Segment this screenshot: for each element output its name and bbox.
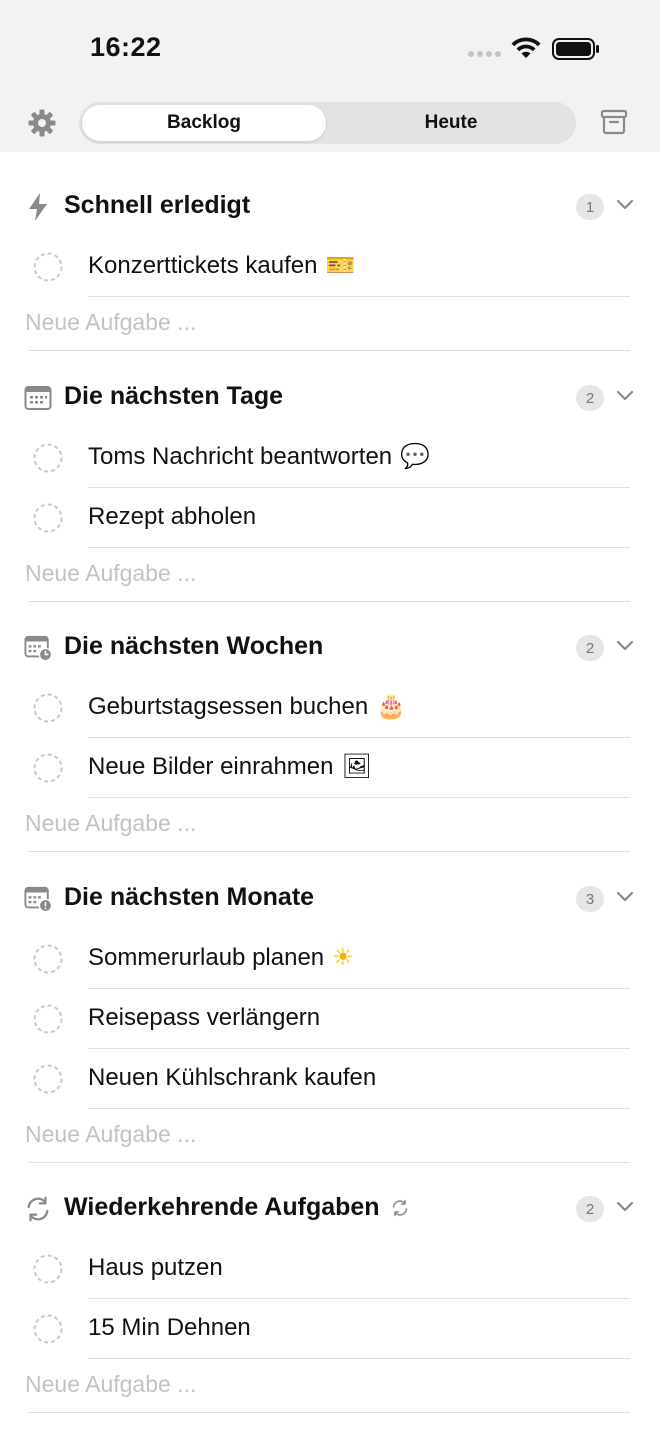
task-checkbox[interactable] — [33, 443, 63, 473]
section-title: Die nächsten Tage — [64, 382, 284, 410]
task-label: Sommerurlaub planen — [88, 944, 325, 971]
task-row[interactable]: Geburtstagsessen buchen 🎂 — [0, 678, 660, 738]
task-checkbox[interactable] — [33, 1064, 63, 1094]
section-header[interactable]: Die nächsten Wochen 2 — [0, 618, 660, 678]
chevron-down-icon[interactable] — [616, 199, 634, 211]
task-row[interactable]: Sommerurlaub planen ☀ — [0, 929, 660, 989]
chevron-down-icon[interactable] — [616, 390, 634, 402]
task-checkbox[interactable] — [33, 944, 63, 974]
section-header[interactable]: Die nächsten Tage 2 — [0, 368, 660, 428]
divider — [28, 350, 630, 351]
task-checkbox[interactable] — [33, 252, 63, 282]
task-count-badge: 2 — [576, 385, 604, 411]
archive-icon[interactable] — [600, 109, 628, 135]
task-row[interactable]: Haus putzen — [0, 1239, 660, 1299]
section-header[interactable]: Die nächsten Monate 3 — [0, 869, 660, 929]
gear-icon[interactable] — [27, 108, 57, 138]
ticket-emoji: 🎫 — [325, 252, 356, 279]
divider — [28, 851, 630, 852]
section-title: Wiederkehrende Aufgaben — [64, 1193, 380, 1221]
new-task-row[interactable]: Neue Aufgabe ... — [0, 798, 660, 852]
task-count-badge: 3 — [576, 886, 604, 912]
task-label: 15 Min Dehnen — [88, 1314, 251, 1341]
new-task-row[interactable]: Neue Aufgabe ... — [0, 548, 660, 602]
task-label: Rezept abholen — [88, 503, 257, 530]
section-title: Die nächsten Monate — [64, 883, 315, 911]
task-checkbox[interactable] — [33, 753, 63, 783]
status-time: 16:22 — [90, 32, 162, 62]
task-row[interactable]: Konzerttickets kaufen 🎫 — [0, 237, 660, 297]
cellular-signal-icon — [468, 51, 501, 57]
section-header[interactable]: Wiederkehrende Aufgaben 2 — [0, 1179, 660, 1239]
new-task-input[interactable]: Neue Aufgabe ... — [25, 309, 196, 336]
task-label: Reisepass verlängern — [88, 1004, 321, 1031]
task-row[interactable]: Reisepass verlängern — [0, 989, 660, 1049]
calendar-alert-icon — [24, 885, 52, 913]
calendar-clock-icon — [24, 634, 52, 662]
calendar-icon — [24, 384, 52, 412]
new-task-row[interactable]: Neue Aufgabe ... — [0, 1359, 660, 1413]
task-label: Geburtstagsessen buchen — [88, 693, 369, 720]
bolt-icon — [24, 193, 52, 221]
section-header[interactable]: Schnell erledigt 1 — [0, 177, 660, 237]
divider — [28, 601, 630, 602]
task-checkbox[interactable] — [33, 693, 63, 723]
task-checkbox[interactable] — [33, 1314, 63, 1344]
birthday-cake-emoji: 🎂 — [376, 693, 407, 720]
task-row[interactable]: Neuen Kühlschrank kaufen — [0, 1049, 660, 1109]
section-naechste-wochen: Die nächsten Wochen 2 Geburtstagsessen b… — [0, 618, 660, 852]
new-task-input[interactable]: Neue Aufgabe ... — [25, 1121, 196, 1148]
section-title: Schnell erledigt — [64, 191, 251, 219]
task-row[interactable]: 15 Min Dehnen — [0, 1299, 660, 1359]
view-switcher: Backlog Heute — [79, 102, 576, 144]
task-label: Neuen Kühlschrank kaufen — [88, 1064, 377, 1091]
section-schnell-erledigt: Schnell erledigt 1 Konzerttickets kaufen… — [0, 177, 660, 351]
task-label: Konzerttickets kaufen — [88, 252, 318, 279]
task-row[interactable]: Toms Nachricht beantworten 💬 — [0, 428, 660, 488]
chevron-down-icon[interactable] — [616, 1201, 634, 1213]
chevron-down-icon[interactable] — [616, 891, 634, 903]
task-label: Neue Bilder einrahmen — [88, 753, 334, 780]
task-checkbox[interactable] — [33, 503, 63, 533]
section-naechste-monate: Die nächsten Monate 3 Sommerurlaub plane… — [0, 869, 660, 1163]
new-task-row[interactable]: Neue Aufgabe ... — [0, 1109, 660, 1163]
section-title: Die nächsten Wochen — [64, 632, 324, 660]
divider — [28, 1412, 630, 1413]
task-row[interactable]: Rezept abholen — [0, 488, 660, 548]
repeat-icon — [24, 1195, 52, 1223]
task-count-badge: 2 — [576, 1196, 604, 1222]
sun-emoji: ☀ — [332, 944, 354, 971]
tab-backlog[interactable]: Backlog — [82, 105, 326, 141]
task-checkbox[interactable] — [33, 1254, 63, 1284]
new-task-input[interactable]: Neue Aufgabe ... — [25, 810, 196, 837]
wifi-icon — [511, 37, 541, 58]
task-count-badge: 2 — [576, 635, 604, 661]
task-checkbox[interactable] — [33, 1004, 63, 1034]
top-bar: 16:22 Backlog Heute — [0, 0, 660, 152]
new-task-row[interactable]: Neue Aufgabe ... — [0, 297, 660, 351]
speech-bubble-emoji: 💬 — [400, 443, 431, 470]
section-naechste-tage: Die nächsten Tage 2 Toms Nachricht beant… — [0, 368, 660, 602]
framed-picture-emoji: 🖼 — [341, 753, 372, 780]
chevron-down-icon[interactable] — [616, 640, 634, 652]
new-task-input[interactable]: Neue Aufgabe ... — [25, 560, 196, 587]
battery-icon — [552, 38, 599, 60]
section-wiederkehrende-aufgaben: Wiederkehrende Aufgaben 2 Haus putzen 15… — [0, 1179, 660, 1413]
task-label: Toms Nachricht beantworten — [88, 443, 393, 470]
divider — [28, 1162, 630, 1163]
recurring-small-icon — [392, 1199, 407, 1216]
task-count-badge: 1 — [576, 194, 604, 220]
tab-heute[interactable]: Heute — [329, 105, 573, 141]
task-label: Haus putzen — [88, 1254, 223, 1281]
task-row[interactable]: Neue Bilder einrahmen 🖼 — [0, 738, 660, 798]
new-task-input[interactable]: Neue Aufgabe ... — [25, 1371, 196, 1398]
